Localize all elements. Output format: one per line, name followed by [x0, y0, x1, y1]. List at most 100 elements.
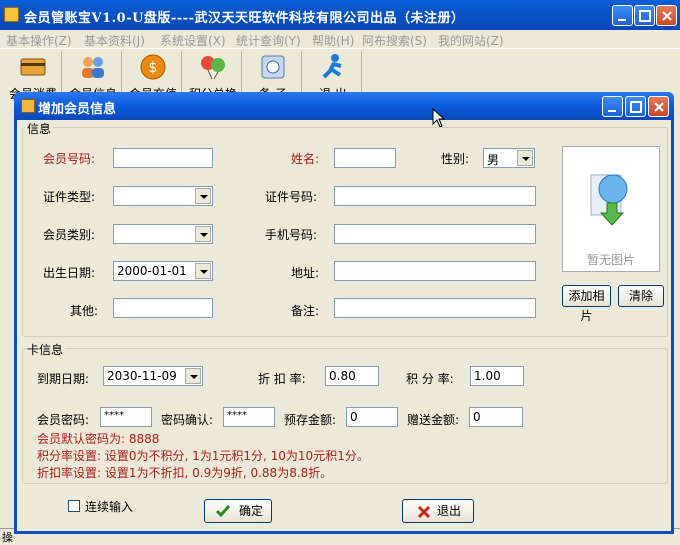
close-icon: [662, 11, 672, 21]
gift-amount-label: 赠送金额:: [407, 413, 460, 427]
toolbar-points-button[interactable]: 积分兑换: [184, 51, 242, 101]
x-icon: [417, 505, 431, 519]
dialog-titlebar: 增加会员信息: [14, 92, 674, 120]
photo-caption: 暂无图片: [586, 253, 635, 267]
expire-date-value: 2030-11-09: [107, 369, 177, 383]
address-input[interactable]: [334, 261, 536, 281]
app-icon: [4, 7, 19, 22]
checkmark-icon: [216, 505, 230, 518]
menu-system-settings[interactable]: 系统设置(X): [160, 32, 226, 49]
continuous-input-label: 连续输入: [85, 500, 134, 514]
chevron-down-icon[interactable]: [195, 226, 211, 242]
id-no-input[interactable]: [334, 186, 536, 206]
name-label: 姓名:: [291, 152, 320, 166]
gender-select[interactable]: 男: [483, 148, 535, 168]
birth-date-value: 2000-01-01: [117, 264, 187, 278]
card-group-legend: 卡信息: [25, 341, 66, 358]
chevron-down-icon[interactable]: [517, 150, 533, 166]
discount-rate-input[interactable]: 0.80: [325, 366, 379, 386]
birth-date-label: 出生日期:: [43, 266, 96, 280]
id-type-select[interactable]: [113, 186, 213, 206]
mouse-cursor-icon: [432, 108, 446, 128]
discount-rate-label: 折 扣 率:: [258, 372, 306, 386]
main-titlebar: 会员管账宝V1.0-U盘版----武汉天天旺软件科技有限公司出品（未注册）: [0, 0, 680, 30]
exit-button[interactable]: 退出: [402, 499, 474, 523]
balloons-icon: [201, 56, 225, 80]
expire-date-label: 到期日期:: [37, 372, 90, 386]
add-photo-button[interactable]: 添加相片: [562, 285, 611, 323]
password-confirm-input[interactable]: ****: [223, 407, 275, 427]
note-default-password: 会员默认密码为: 8888: [37, 432, 160, 446]
users-icon: [82, 57, 104, 78]
svg-text:$: $: [149, 60, 158, 76]
menu-search[interactable]: 阿布搜索(S): [362, 32, 427, 49]
continuous-input-checkbox[interactable]: [68, 500, 80, 512]
chevron-down-icon[interactable]: [185, 368, 201, 384]
remark-input[interactable]: [334, 298, 536, 318]
menu-statistics[interactable]: 统计查询(Y): [236, 32, 301, 49]
ok-button-label: 确定: [239, 504, 264, 518]
member-type-label: 会员类别:: [43, 228, 96, 242]
exit-button-label: 退出: [437, 504, 462, 518]
member-no-input[interactable]: [113, 148, 213, 168]
card-icon: [20, 58, 46, 76]
id-no-label: 证件号码:: [265, 190, 318, 204]
menu-website[interactable]: 我的网站(Z): [438, 32, 504, 49]
coin-icon: $: [140, 54, 166, 80]
password-label: 会员密码:: [37, 413, 90, 427]
close-icon: [654, 102, 664, 112]
birth-date-picker[interactable]: 2000-01-01: [113, 261, 213, 281]
backup-icon: [261, 55, 285, 79]
toolbar-consume-button[interactable]: 会员消费: [4, 51, 62, 101]
photo-frame: 暂无图片: [562, 146, 660, 272]
dialog-close-button[interactable]: [648, 96, 669, 117]
note-discount-rate: 折扣率设置: 设置1为不折扣, 0.9为9折, 0.88为8.8折。: [37, 466, 333, 480]
toolbar-exit-button[interactable]: 退 出: [304, 51, 362, 101]
ok-button[interactable]: 确定: [204, 499, 272, 523]
main-window-title: 会员管账宝V1.0-U盘版----武汉天天旺软件科技有限公司出品（未注册）: [24, 11, 465, 26]
points-rate-input[interactable]: 1.00: [470, 366, 524, 386]
member-no-label: 会员号码:: [43, 152, 96, 166]
menu-bar: 基本操作(Z) 基本资料(J) 系统设置(X) 统计查询(Y) 帮助(H) 阿布…: [0, 30, 680, 48]
mobile-label: 手机号码:: [265, 228, 318, 242]
menu-help[interactable]: 帮助(H): [312, 32, 354, 49]
close-button[interactable]: [656, 5, 677, 26]
chevron-down-icon[interactable]: [195, 188, 211, 204]
deposit-input[interactable]: 0: [346, 407, 398, 427]
toolbar-member-info-button[interactable]: 会员信息: [64, 51, 122, 101]
clear-photo-button[interactable]: 清除: [618, 285, 664, 307]
expire-date-picker[interactable]: 2030-11-09: [103, 366, 203, 386]
name-input[interactable]: [334, 148, 396, 168]
menu-basic-ops[interactable]: 基本操作(Z): [6, 32, 72, 49]
dialog-minimize-button[interactable]: [602, 96, 623, 117]
no-photo-icon: [590, 174, 628, 226]
menu-basic-data[interactable]: 基本资料(J): [84, 32, 145, 49]
password-confirm-label: 密码确认:: [161, 413, 214, 427]
toolbar-recharge-button[interactable]: $ 会员充值: [124, 51, 182, 101]
other-label: 其他:: [70, 304, 99, 318]
gender-label: 性别:: [441, 152, 470, 166]
deposit-label: 预存金额:: [284, 413, 337, 427]
maximize-icon: [630, 101, 642, 113]
minimize-icon: [618, 19, 626, 21]
password-input[interactable]: ****: [100, 407, 152, 427]
member-type-select[interactable]: [113, 224, 213, 244]
running-man-icon: [322, 54, 342, 79]
mobile-input[interactable]: [334, 224, 536, 244]
maximize-icon: [639, 10, 651, 22]
gender-value: 男: [487, 153, 500, 167]
note-points-rate: 积分率设置: 设置0为不积分, 1为1元积1分, 10为10元积1分。: [37, 449, 369, 463]
other-input[interactable]: [113, 298, 213, 318]
toolbar: 会员消费 会员信息 $ 会员充值 积分兑换 备 子 退 出: [0, 48, 680, 101]
dialog-title: 增加会员信息: [38, 102, 117, 117]
gift-amount-input[interactable]: 0: [469, 407, 523, 427]
toolbar-backup-button[interactable]: 备 子: [244, 51, 302, 101]
dialog-icon: [21, 99, 35, 113]
info-group-legend: 信息: [25, 120, 54, 137]
remark-label: 备注:: [291, 304, 320, 318]
dialog-maximize-button[interactable]: [625, 96, 646, 117]
chevron-down-icon[interactable]: [195, 263, 211, 279]
minimize-button[interactable]: [612, 5, 633, 26]
minimize-icon: [608, 110, 616, 112]
maximize-button[interactable]: [634, 5, 655, 26]
